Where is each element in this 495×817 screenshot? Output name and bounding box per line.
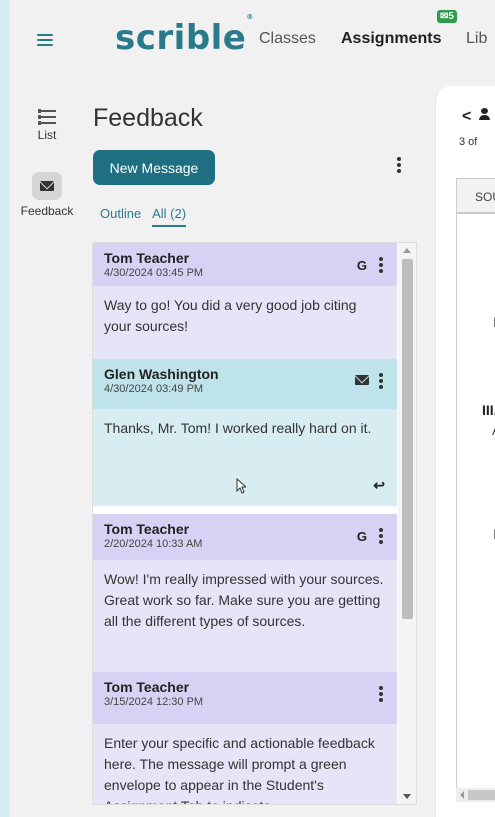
app-window: List Feedback scrible® Classes ✉5 Assign… [10,0,495,817]
new-message-button[interactable]: New Message [93,150,215,185]
message-body: Way to go! You did a very good job citin… [93,286,397,359]
nav-assignments[interactable]: Assignments [341,30,441,48]
message-card[interactable]: Tom Teacher 4/30/2024 03:45 PM G Way to … [93,243,397,359]
left-rail: List Feedback [10,0,84,817]
feedback-tabs: Outline All (2) [100,206,194,227]
document-count: 3 of [459,136,478,148]
message-more-icon[interactable] [379,528,383,546]
tab-all[interactable]: All (2) [152,206,187,227]
feedback-panel: Feedback New Message Outline All (2) Tom… [84,86,424,817]
assignments-badge-count: 5 [448,11,454,22]
assignments-badge: ✉5 [437,10,457,23]
message-header: Tom Teacher 2/20/2024 10:33 AM G [93,514,397,560]
reply-icon[interactable]: ↩ [373,475,385,496]
message-header: Tom Teacher 4/30/2024 03:45 PM G [93,243,397,286]
message-card[interactable]: Tom Teacher 2/20/2024 10:33 AM G Wow! I'… [93,514,397,672]
message-more-icon[interactable] [379,686,383,704]
envelope-icon [355,375,369,385]
message-header: Tom Teacher 3/15/2024 12:30 PM [93,672,397,724]
message-body: Wow! I'm really impressed with your sour… [93,560,397,672]
panel-title: Feedback [93,104,203,132]
message-date: 3/15/2024 12:30 PM [104,696,204,708]
horizontal-scroll-thumb[interactable] [468,790,495,800]
rail-list-label: List [37,128,57,142]
rail-item-feedback[interactable]: Feedback [10,172,84,218]
tab-sources[interactable]: SOU [456,178,495,213]
message-author: Tom Teacher [104,250,190,266]
message-more-icon[interactable] [379,373,383,391]
user-icon [479,108,490,120]
scroll-up-arrow-icon[interactable] [403,248,411,253]
scroll-thumb[interactable] [402,259,413,619]
list-icon [38,109,56,125]
nav-library[interactable]: Lib [466,30,487,48]
outline-roman-numeral: III. [482,402,495,418]
google-icon: G [356,258,367,273]
message-date: 2/20/2024 10:33 AM [104,538,203,550]
horizontal-scrollbar[interactable] [456,788,495,802]
rail-feedback-label: Feedback [20,204,74,218]
tab-outline[interactable]: Outline [100,206,141,221]
message-date: 4/30/2024 03:49 PM [104,383,204,395]
document-frame [456,213,495,798]
mouse-cursor-icon [236,478,246,494]
top-header: scrible® Classes ✉5 Assignments Lib [84,0,495,86]
scroll-down-arrow-icon[interactable] [403,794,411,799]
message-header: Glen Washington 4/30/2024 03:49 PM [93,359,397,409]
message-list[interactable]: Tom Teacher 4/30/2024 03:45 PM G Way to … [92,242,417,805]
panel-more-icon[interactable] [397,157,401,175]
message-text: Thanks, Mr. Tom! I worked really hard on… [104,420,372,436]
message-list-scrollbar[interactable] [398,243,416,804]
message-author: Tom Teacher [104,679,190,695]
message-card[interactable]: Tom Teacher 3/15/2024 12:30 PM Enter you… [93,672,397,804]
rail-item-list[interactable]: List [10,109,84,142]
hamburger-menu-icon[interactable] [37,34,53,46]
scrible-logo[interactable]: scrible® [115,13,254,58]
message-more-icon[interactable] [379,257,383,275]
message-date: 4/30/2024 03:45 PM [104,267,204,279]
google-icon: G [356,529,367,544]
scroll-left-arrow-icon[interactable] [460,791,464,799]
nav-classes[interactable]: Classes [259,30,316,48]
document-panel: < 3 of SOU I III. A I [435,86,495,817]
back-chevron-icon[interactable]: < [462,108,471,126]
message-author: Tom Teacher [104,521,190,537]
message-author: Glen Washington [104,366,219,382]
envelope-icon [32,172,62,200]
message-body: Enter your specific and actionable feedb… [93,724,397,804]
